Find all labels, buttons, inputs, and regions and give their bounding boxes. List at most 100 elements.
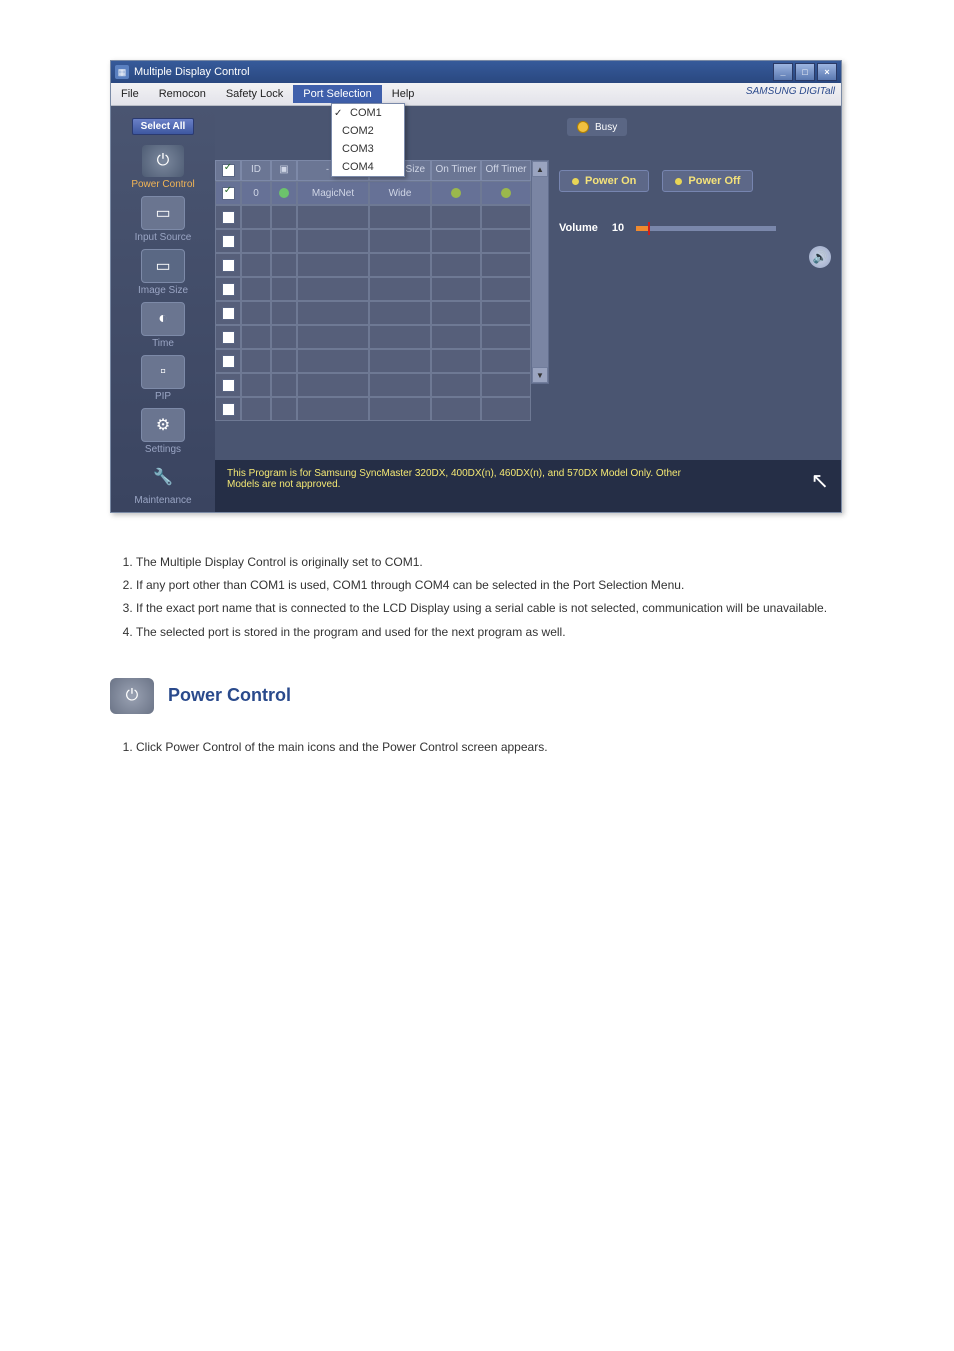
busy-label: Busy: [595, 122, 617, 133]
sub-notes-list: Click Power Control of the main icons an…: [110, 740, 844, 754]
sidebar-item-input-source[interactable]: ▭ Input Source: [118, 196, 208, 243]
titlebar: ▦ Multiple Display Control _ □ ×: [111, 61, 841, 83]
pip-icon: ▫: [141, 355, 185, 389]
off-timer-dot-icon: [501, 188, 511, 198]
input-icon: ▭: [141, 196, 185, 230]
power-off-button[interactable]: Power Off: [662, 170, 753, 192]
table-row[interactable]: [215, 229, 531, 253]
scroll-down-button[interactable]: ▼: [532, 367, 548, 383]
sidebar-item-label: Maintenance: [134, 495, 191, 506]
power-section-icon: ⏻: [110, 678, 154, 714]
close-button[interactable]: ×: [817, 63, 837, 81]
row-checkbox[interactable]: [222, 283, 235, 296]
row-checkbox[interactable]: [222, 259, 235, 272]
menu-safety-lock[interactable]: Safety Lock: [216, 85, 293, 103]
sidebar-item-label: Time: [152, 338, 174, 349]
row-checkbox[interactable]: [222, 403, 235, 416]
menu-remocon[interactable]: Remocon: [149, 85, 216, 103]
sidebar: Select All ⏻ Power Control ▭ Input Sourc…: [111, 106, 215, 512]
sidebar-item-image-size[interactable]: ▭ Image Size: [118, 249, 208, 296]
speaker-icon[interactable]: 🔊: [809, 246, 831, 268]
sidebar-item-maintenance[interactable]: 🔧 Maintenance: [118, 461, 208, 506]
image-size-icon: ▭: [141, 249, 185, 283]
menu-help[interactable]: Help: [382, 85, 425, 103]
app-icon: ▦: [115, 65, 129, 79]
on-timer-dot-icon: [451, 188, 461, 198]
gear-icon: ⚙: [141, 408, 185, 442]
table-row[interactable]: [215, 205, 531, 229]
sidebar-item-pip[interactable]: ▫ PIP: [118, 355, 208, 402]
port-option-com2[interactable]: COM2: [332, 122, 404, 140]
note-item: If the exact port name that is connected…: [136, 599, 844, 618]
table-row[interactable]: [215, 373, 531, 397]
volume-slider[interactable]: [636, 226, 776, 231]
row-checkbox[interactable]: [222, 235, 235, 248]
volume-label: Volume: [559, 222, 598, 234]
header-checkbox[interactable]: [222, 164, 235, 177]
row-checkbox[interactable]: [222, 355, 235, 368]
select-all-button[interactable]: Select All: [132, 118, 195, 135]
table-row[interactable]: [215, 253, 531, 277]
cell-id: 0: [241, 181, 271, 205]
section-header: ⏻ Power Control: [110, 678, 844, 714]
maximize-button[interactable]: □: [795, 63, 815, 81]
busy-dot-icon: [577, 121, 589, 133]
cell-magicnet: MagicNet: [297, 181, 369, 205]
dot-icon: [572, 178, 579, 185]
row-checkbox[interactable]: [222, 211, 235, 224]
sidebar-item-power-control[interactable]: ⏻ Power Control: [118, 145, 208, 190]
volume-value: 10: [612, 222, 624, 234]
table-row[interactable]: [215, 397, 531, 421]
row-checkbox[interactable]: [222, 187, 235, 200]
power-on-button[interactable]: Power On: [559, 170, 649, 192]
sidebar-item-label: PIP: [155, 391, 171, 402]
cell-image-size: Wide: [369, 181, 431, 205]
minimize-button[interactable]: _: [773, 63, 793, 81]
table-row[interactable]: [215, 349, 531, 373]
app-window: ▦ Multiple Display Control _ □ × File Re…: [110, 60, 842, 513]
sidebar-item-label: Input Source: [135, 232, 192, 243]
row-checkbox[interactable]: [222, 307, 235, 320]
table-row[interactable]: [215, 301, 531, 325]
menu-file[interactable]: File: [111, 85, 149, 103]
section-title: Power Control: [168, 685, 291, 706]
col-on-timer: On Timer: [431, 160, 481, 181]
wrench-icon: 🔧: [142, 461, 184, 493]
cursor-icon: ↖: [811, 468, 829, 494]
row-checkbox[interactable]: [222, 379, 235, 392]
power-icon: ⏻: [142, 145, 184, 177]
volume-control: Volume 10: [559, 222, 831, 234]
note-item: The Multiple Display Control is original…: [136, 553, 844, 572]
menu-port-selection[interactable]: Port Selection: [293, 85, 381, 103]
notes-list: The Multiple Display Control is original…: [110, 553, 844, 642]
status-dot-icon: [279, 188, 289, 198]
footer-text-1: This Program is for Samsung SyncMaster 3…: [227, 468, 681, 479]
sidebar-item-settings[interactable]: ⚙ Settings: [118, 408, 208, 455]
port-option-com4[interactable]: COM4: [332, 158, 404, 176]
volume-thumb[interactable]: [648, 222, 650, 235]
col-off-timer: Off Timer: [481, 160, 531, 181]
port-selection-dropdown[interactable]: COM1 COM2 COM3 COM4: [331, 103, 405, 177]
table-row[interactable]: 0 MagicNet Wide: [215, 181, 531, 205]
footer-text-2: Models are not approved.: [227, 479, 340, 490]
sub-note-item: Click Power Control of the main icons an…: [136, 740, 844, 754]
sidebar-item-label: Settings: [145, 444, 181, 455]
clock-icon: ◐: [141, 302, 185, 336]
scroll-up-button[interactable]: ▲: [532, 161, 548, 177]
menubar: File Remocon Safety Lock Port Selection …: [111, 83, 841, 106]
vertical-scrollbar[interactable]: ▲ ▼: [531, 160, 549, 384]
dot-icon: [675, 178, 682, 185]
sidebar-item-label: Power Control: [131, 179, 194, 190]
note-item: If any port other than COM1 is used, COM…: [136, 576, 844, 595]
window-title: Multiple Display Control: [134, 66, 250, 78]
display-table: ID ▣ - - - Image Size On Timer Off Timer…: [215, 160, 531, 421]
busy-indicator: Busy: [567, 118, 627, 136]
row-checkbox[interactable]: [222, 331, 235, 344]
col-status-icon: ▣: [271, 160, 297, 181]
table-row[interactable]: [215, 277, 531, 301]
table-row[interactable]: [215, 325, 531, 349]
note-item: The selected port is stored in the progr…: [136, 623, 844, 642]
sidebar-item-time[interactable]: ◐ Time: [118, 302, 208, 349]
port-option-com3[interactable]: COM3: [332, 140, 404, 158]
port-option-com1[interactable]: COM1: [332, 104, 404, 122]
